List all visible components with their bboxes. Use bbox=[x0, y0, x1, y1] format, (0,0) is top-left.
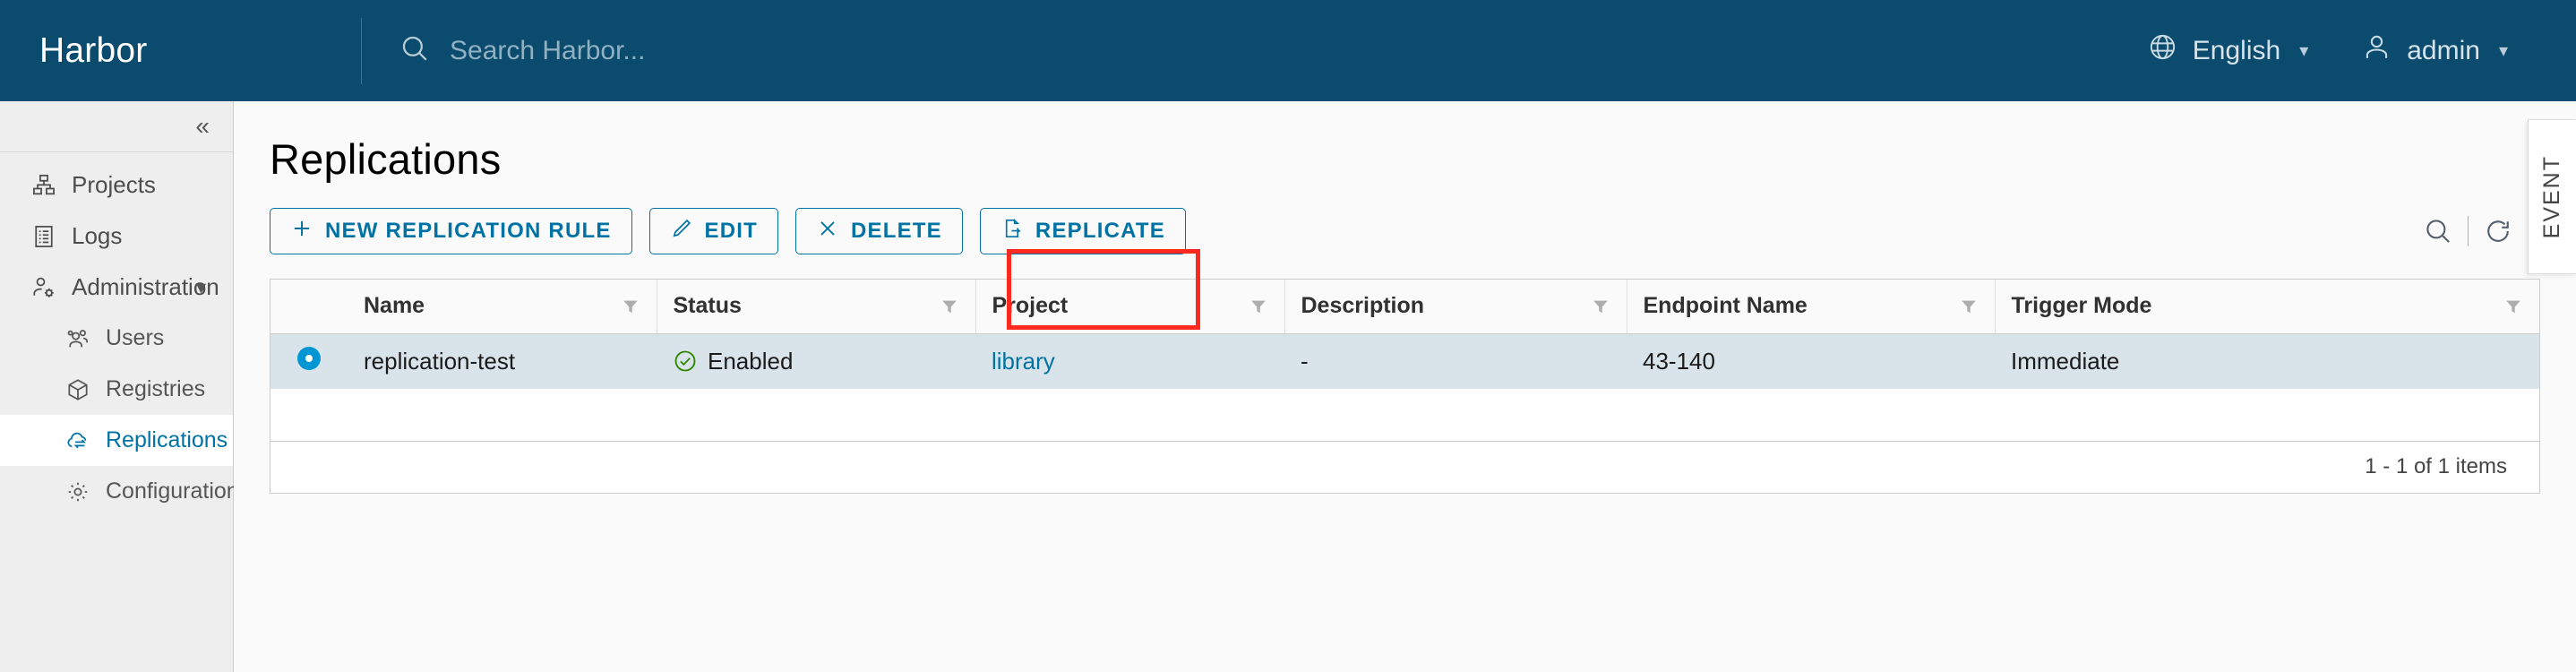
cell-trigger-mode: Immediate bbox=[1995, 333, 2539, 389]
app-brand[interactable]: Harbor bbox=[0, 0, 361, 101]
globe-icon bbox=[2148, 32, 2177, 69]
configuration-icon bbox=[64, 478, 91, 505]
column-endpoint-name[interactable]: Endpoint Name bbox=[1626, 280, 1995, 334]
table-row[interactable]: replication-test Enabled library - 43-14… bbox=[270, 333, 2539, 389]
button-label: EDIT bbox=[704, 219, 759, 243]
column-label: Name bbox=[364, 293, 425, 319]
chevron-down-icon: ▾ bbox=[2498, 41, 2508, 61]
status-ok-icon bbox=[674, 350, 696, 372]
logs-icon bbox=[30, 223, 57, 250]
column-project[interactable]: Project bbox=[975, 280, 1284, 334]
column-label: Trigger Mode bbox=[2011, 293, 2152, 319]
cell-name: replication-test bbox=[348, 333, 657, 389]
column-description[interactable]: Description bbox=[1284, 280, 1627, 334]
column-select bbox=[270, 280, 348, 334]
search-icon bbox=[2426, 220, 2450, 243]
sidebar-item-label: Replications bbox=[106, 427, 228, 452]
sidebar: « Projects Logs Administration ▾ Users R… bbox=[0, 101, 239, 672]
sidebar-item-logs[interactable]: Logs bbox=[0, 211, 233, 262]
search-input[interactable] bbox=[450, 35, 1166, 66]
sidebar-item-configuration[interactable]: Configuration bbox=[0, 466, 239, 517]
cell-status: Enabled bbox=[657, 333, 975, 389]
sidebar-item-label: Projects bbox=[72, 171, 156, 198]
sidebar-nav: Projects Logs Administration ▾ Users Reg… bbox=[0, 152, 239, 517]
project-link[interactable]: library bbox=[992, 348, 1055, 375]
column-label: Endpoint Name bbox=[1643, 293, 1807, 319]
filter-icon[interactable] bbox=[2503, 297, 2523, 316]
delete-button[interactable]: DELETE bbox=[795, 208, 963, 254]
filter-icon[interactable] bbox=[1591, 297, 1610, 316]
column-label: Status bbox=[673, 293, 742, 319]
cell-description: - bbox=[1284, 333, 1627, 389]
close-icon bbox=[816, 217, 839, 246]
sidebar-item-administration[interactable]: Administration ▾ bbox=[0, 262, 233, 313]
sidebar-item-label: Configuration bbox=[106, 478, 239, 504]
column-label: Description bbox=[1301, 293, 1425, 319]
sidebar-item-registries[interactable]: Registries bbox=[0, 364, 233, 415]
chevron-down-icon: ▾ bbox=[2299, 41, 2309, 61]
language-label: English bbox=[2192, 35, 2281, 65]
button-label: DELETE bbox=[851, 219, 942, 243]
replications-icon bbox=[64, 427, 91, 454]
pencil-icon bbox=[670, 217, 693, 246]
sidebar-item-label: Registries bbox=[106, 376, 206, 401]
new-replication-rule-button[interactable]: NEW REPLICATION RULE bbox=[270, 208, 632, 254]
event-tab-label: EVENT bbox=[2539, 154, 2564, 239]
sidebar-item-replications[interactable]: Replications bbox=[0, 415, 233, 466]
filter-icon[interactable] bbox=[1959, 297, 1979, 316]
table-search-button[interactable] bbox=[2409, 208, 2468, 254]
toolbar-right-actions bbox=[2409, 208, 2528, 254]
toolbar: NEW REPLICATION RULE EDIT DELETE REPLICA… bbox=[234, 184, 2576, 254]
table-filler-row bbox=[270, 389, 2539, 441]
replicate-button[interactable]: REPLICATE bbox=[979, 208, 1186, 254]
replications-table: Name Status Project Description Endpoint… bbox=[270, 279, 2540, 494]
global-search[interactable] bbox=[362, 33, 2121, 68]
column-status[interactable]: Status bbox=[656, 280, 975, 334]
sidebar-item-projects[interactable]: Projects bbox=[0, 159, 233, 211]
sidebar-item-label: Users bbox=[106, 325, 165, 350]
administration-icon bbox=[30, 274, 57, 301]
cell-endpoint-name: 43-140 bbox=[1627, 333, 1995, 389]
user-label: admin bbox=[2407, 35, 2480, 65]
column-name[interactable]: Name bbox=[348, 280, 657, 334]
pagination-summary: 1 - 1 of 1 items bbox=[270, 440, 2539, 493]
filter-icon[interactable] bbox=[940, 297, 959, 316]
table-footer-row: 1 - 1 of 1 items bbox=[270, 440, 2539, 493]
plus-icon bbox=[290, 217, 313, 246]
search-icon bbox=[399, 33, 430, 68]
language-selector[interactable]: English ▾ bbox=[2121, 0, 2335, 101]
replicate-icon bbox=[1000, 217, 1024, 246]
filter-icon[interactable] bbox=[621, 297, 640, 316]
sidebar-item-label: Logs bbox=[72, 222, 123, 249]
users-icon bbox=[64, 325, 91, 352]
row-radio-selected[interactable] bbox=[297, 346, 321, 370]
event-tab[interactable]: EVENT bbox=[2528, 119, 2576, 274]
sidebar-collapse-button[interactable]: « bbox=[0, 101, 233, 152]
status-label: Enabled bbox=[708, 347, 794, 375]
edit-button[interactable]: EDIT bbox=[648, 208, 779, 254]
header-actions: English ▾ admin ▾ bbox=[2121, 0, 2576, 101]
filter-icon[interactable] bbox=[1249, 297, 1268, 316]
table-header-row: Name Status Project Description Endpoint… bbox=[270, 280, 2539, 334]
cell-project: library bbox=[975, 333, 1284, 389]
user-icon bbox=[2362, 32, 2391, 69]
refresh-icon bbox=[2487, 220, 2509, 242]
button-label: REPLICATE bbox=[1035, 219, 1165, 243]
app-header: Harbor English ▾ bbox=[0, 0, 2576, 101]
chevron-double-left-icon: « bbox=[195, 112, 210, 140]
row-select-cell[interactable] bbox=[270, 333, 348, 389]
button-label: NEW REPLICATION RULE bbox=[325, 219, 612, 243]
chevron-down-icon: ▾ bbox=[195, 275, 206, 298]
sidebar-item-users[interactable]: Users bbox=[0, 313, 233, 364]
refresh-button[interactable] bbox=[2469, 208, 2528, 254]
page-title: Replications bbox=[270, 135, 502, 183]
column-label: Project bbox=[992, 293, 1069, 319]
column-trigger-mode[interactable]: Trigger Mode bbox=[1994, 280, 2539, 334]
registries-icon bbox=[64, 376, 91, 403]
main-content: Replications NEW REPLICATION RULE EDIT D… bbox=[234, 101, 2576, 672]
user-menu[interactable]: admin ▾ bbox=[2335, 0, 2535, 101]
projects-icon bbox=[30, 172, 57, 199]
